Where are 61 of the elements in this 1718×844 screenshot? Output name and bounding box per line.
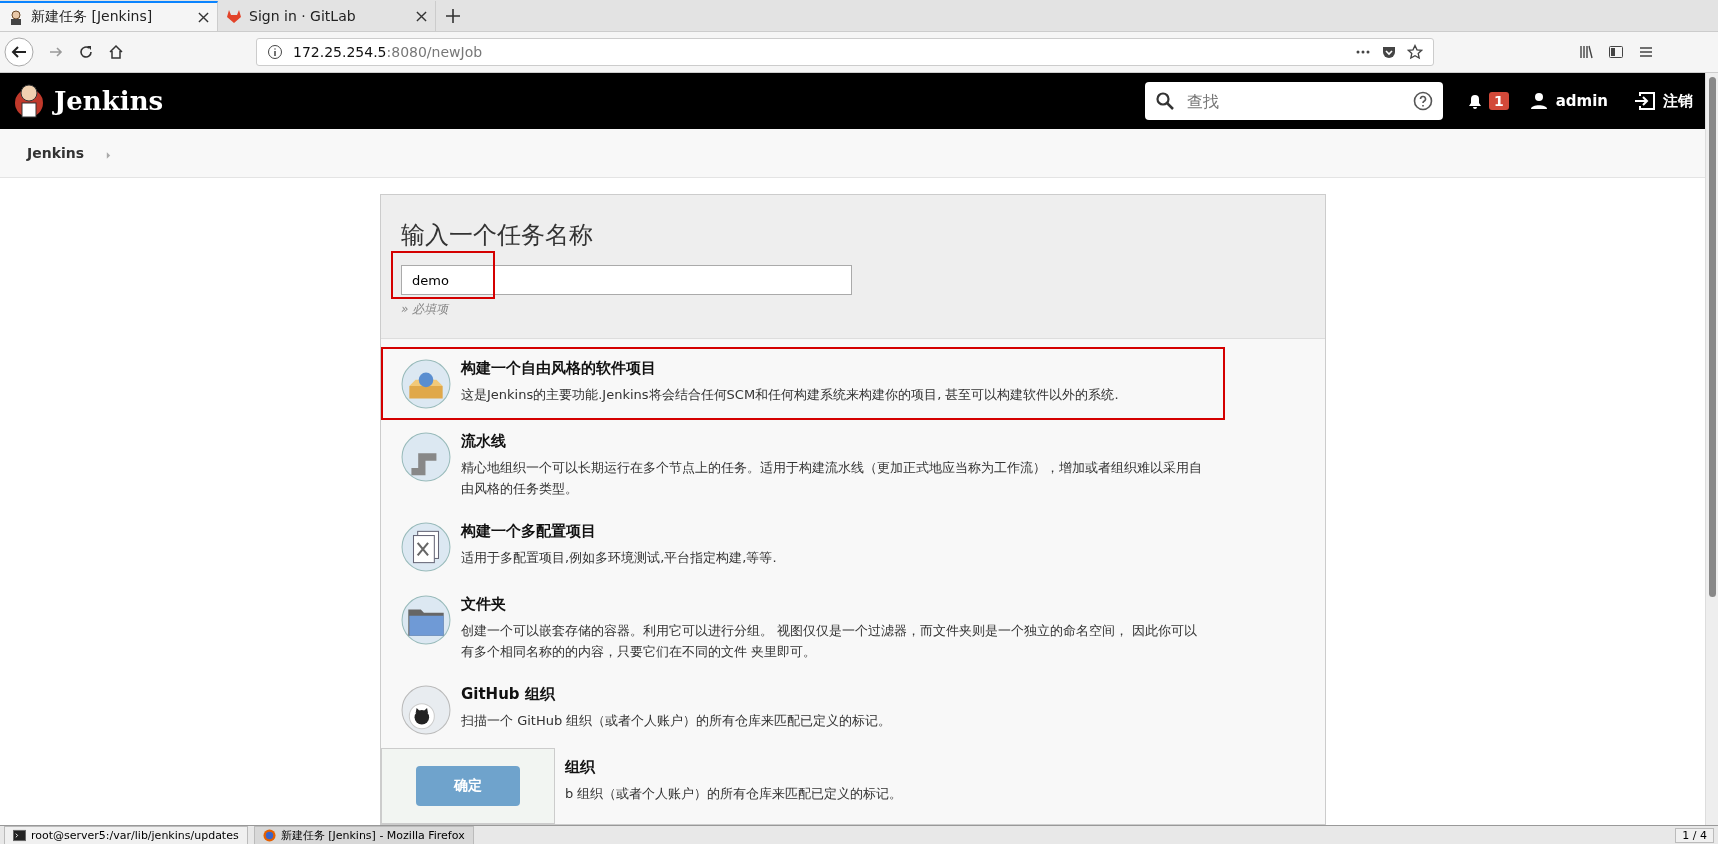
butler-logo-icon[interactable] (14, 81, 44, 121)
box-icon (401, 359, 451, 409)
job-type-option[interactable]: 流水线 精心地组织一个可以长期运行在多个节点上的任务。适用于构建流水线（更加正式地应当称为工作流），增加或者组织难以采用自由风格的任务类型。 (381, 420, 1225, 510)
option-title: 流水线 (461, 432, 507, 451)
required-note: » 必填项 (401, 301, 451, 318)
jenkins-logo-text[interactable]: Jenkins (54, 86, 164, 116)
notification-count[interactable]: 1 (1488, 92, 1509, 110)
option-description: 精心地组织一个可以长期运行在多个节点上的任务。适用于构建流水线（更加正式地应当称为工作流），增加或者组织难以采用自由风格的任务类型。 (461, 459, 1203, 498)
scrollbar-thumb[interactable] (1708, 77, 1716, 597)
pocket-icon[interactable] (1381, 44, 1397, 60)
option-description: 创建一个可以嵌套存储的容器。利用它可以进行分组。 视图仅仅是一个过滤器，而文件夹则是一个独立的命名空间， 因此你可以有多个相同名称的的内容，只要它们在不同的文件 夹里即可。 (461, 622, 1199, 661)
close-icon[interactable] (198, 11, 209, 23)
pipe-icon (401, 432, 451, 482)
option-title: 文件夹 (461, 595, 507, 614)
user-link[interactable]: admin (1555, 92, 1608, 110)
folder-icon (401, 595, 451, 645)
job-type-option[interactable]: 构建一个多配置项目 适用于多配置项目,例如多环境测试,平台指定构建,等等. (381, 510, 1225, 583)
option-title: GitHub 组织 (461, 685, 556, 704)
octocat-icon (401, 685, 451, 735)
close-icon[interactable] (416, 10, 427, 22)
help-icon[interactable] (1412, 91, 1433, 111)
workspace-pager[interactable]: 1 / 4 (1675, 827, 1714, 843)
home-icon[interactable] (108, 44, 124, 60)
form-heading: 输入一个任务名称 (401, 220, 594, 251)
sidebar-icon[interactable] (1608, 44, 1624, 60)
menu-icon[interactable] (1638, 44, 1654, 60)
logout-icon (1634, 91, 1656, 111)
documents-icon (401, 522, 451, 572)
option-description: 扫描一个 GitHub 组织（或者个人账户）的所有仓库来匹配已定义的标记。 (461, 712, 892, 730)
taskbar-window[interactable]: 新建任务 [Jenkins] - Mozilla Firefox (253, 825, 474, 844)
breadcrumb-link[interactable]: Jenkins (27, 145, 85, 161)
option-description: 适用于多配置项目,例如多环境测试,平台指定构建,等等. (461, 549, 777, 567)
user-icon (1528, 91, 1549, 111)
job-type-option[interactable]: 文件夹 创建一个可以嵌套存储的容器。利用它可以进行分组。 视图仅仅是一个过滤器，而文件夹则是一个独立的命名空间， 因此你可以有多个相同名称的的内容，只要它们在不同的文件 夹里即可。 (381, 583, 1225, 673)
address-bar[interactable]: 172.25.254.5:8080/newJob (256, 38, 1434, 66)
new-tab-icon[interactable] (446, 9, 460, 23)
butler-icon (8, 9, 24, 25)
browser-tab[interactable]: Sign in · GitLab (218, 1, 436, 31)
url-text: 172.25.254.5:8080/newJob (293, 44, 483, 60)
search-icon (1154, 91, 1175, 111)
scrollbar[interactable] (1705, 73, 1718, 825)
info-icon (267, 44, 283, 60)
fox-icon (226, 8, 242, 24)
taskbar-window[interactable]: root@server5:/var/lib/jenkins/updates (4, 825, 248, 844)
back-icon[interactable] (4, 37, 34, 67)
star-icon[interactable] (1407, 44, 1423, 60)
option-description: 这是Jenkins的主要功能.Jenkins将会结合任何SCM和任何构建系统来构建你的项目, 甚至可以构建软件以外的系统. (461, 386, 1119, 404)
library-icon[interactable] (1578, 44, 1594, 60)
job-type-option[interactable]: GitHub 组织 扫描一个 GitHub 组织（或者个人账户）的所有仓库来匹配已定义的标记。 (381, 673, 1225, 746)
search-bar[interactable]: 查找 (1144, 82, 1443, 120)
option-title: 构建一个多配置项目 (461, 522, 597, 541)
reload-icon[interactable] (78, 44, 94, 60)
job-type-option[interactable]: 构建一个自由风格的软件项目 这是Jenkins的主要功能.Jenkins将会结合任何SCM和任何构建系统来构建你的项目, 甚至可以构建软件以外的系统. (381, 347, 1225, 420)
option-description: b 组织（或者个人账户）的所有仓库来匹配已定义的标记。 (565, 785, 903, 803)
option-title: 组织 (565, 758, 596, 777)
browser-tab[interactable]: 新建任务 [Jenkins] (0, 1, 218, 31)
job-name-input[interactable]: demo (401, 265, 852, 295)
option-title: 构建一个自由风格的软件项目 (461, 359, 657, 378)
terminal-icon (13, 828, 26, 842)
globe-icon (262, 828, 276, 842)
logout-link[interactable]: 注销 (1663, 91, 1693, 111)
